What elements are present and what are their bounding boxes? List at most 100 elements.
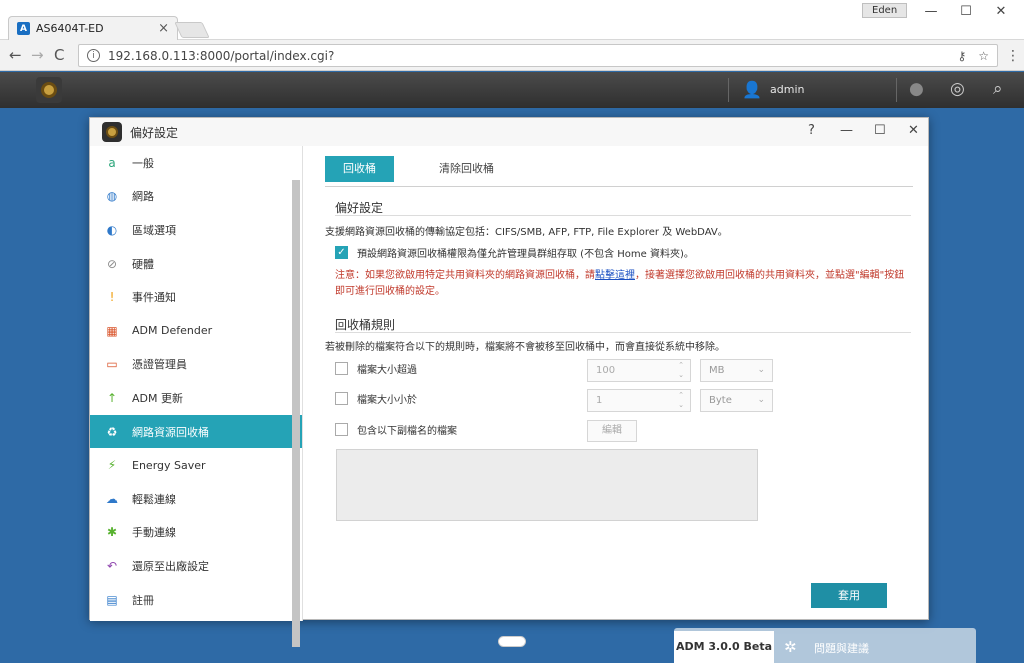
sidebar-item[interactable]: ♻ 網路資源回收桶 (90, 414, 302, 449)
bug-icon[interactable]: ✲ (784, 638, 797, 656)
size-over-value: 100 (596, 365, 616, 376)
sidebar-list: a 一般 ◍ 網路 ◐ 區域選項 ⊘ 硬體! 事件通知 ▦ ADM Defender ▭ 憑證管理員 ↑ A… (90, 146, 302, 616)
site-favicon-icon: A (17, 22, 30, 35)
section-rules-title: 回收桶規則 (335, 318, 396, 332)
sidebar-item-icon: a (108, 155, 116, 170)
sidebar-item[interactable]: ✱ 手動連線 (90, 516, 302, 550)
size-under-input[interactable]: 1 ⌃ ⌄ (587, 389, 691, 412)
adm-logo-icon (41, 82, 57, 98)
notification-icon[interactable]: ● (909, 79, 924, 99)
dock-handle[interactable] (498, 636, 526, 647)
new-tab-button[interactable] (174, 22, 210, 38)
divider (896, 78, 897, 102)
sidebar-item-label: 網路 (132, 190, 154, 204)
help-icon[interactable]: ? (808, 123, 815, 138)
sidebar-item-icon: ↶ (106, 558, 118, 573)
stepper-up-icon[interactable]: ⌃ (678, 390, 684, 400)
click-here-link[interactable]: 點擊這裡 (595, 270, 635, 281)
sidebar-item-label: 還原至出廠設定 (132, 559, 209, 573)
edit-extensions-button[interactable]: 編輯 (587, 420, 637, 442)
extension-checkbox-row[interactable]: 包含以下副檔名的檔案 (335, 422, 457, 437)
sidebar-item-label: 一般 (132, 156, 154, 170)
adm-home-button[interactable] (36, 77, 62, 103)
dialog-maximize-button[interactable]: ☐ (874, 123, 886, 138)
browser-menu-icon[interactable]: ⋮ (1006, 48, 1020, 64)
url-input[interactable]: i 192.168.0.113:8000/portal/index.cgi? ⚷… (78, 44, 998, 67)
sidebar-item-icon: ⚡ (107, 458, 117, 473)
admin-only-label: 預設網路資源回收桶權限為僅允許管理員群組存取 (不包含 Home 資料夾)。 (357, 249, 694, 260)
section-divider (335, 332, 911, 333)
sidebar-item[interactable]: ⊘ 硬體 (90, 247, 302, 281)
sidebar-item[interactable]: ◍ 網路 (90, 180, 302, 214)
search-icon[interactable]: ⌕ (993, 79, 1003, 99)
window-maximize-button[interactable]: ☐ (951, 3, 981, 21)
user-icon[interactable]: 👤 (742, 80, 762, 99)
dashboard-icon[interactable]: ◎ (950, 79, 965, 99)
warning-note: 注意：如果您欲啟用特定共用資料夾的網路資源回收桶，請點擊這裡，接著選擇您欲啟用回… (335, 268, 905, 300)
tab-close-icon[interactable]: × (158, 21, 169, 36)
admin-only-checkbox-row[interactable]: ✓ 預設網路資源回收桶權限為僅允許管理員群組存取 (不包含 Home 資料夾)。 (335, 245, 694, 260)
key-icon[interactable]: ⚷ (957, 49, 966, 63)
sidebar-item[interactable]: ◐ 區域選項 (90, 213, 302, 247)
stepper-down-icon[interactable]: ⌄ (678, 370, 684, 380)
extension-list[interactable] (336, 449, 758, 521)
sidebar-item-label: ADM Defender (132, 324, 213, 338)
window-minimize-button[interactable]: — (916, 3, 946, 21)
size-under-value: 1 (596, 395, 603, 406)
feedback-link[interactable]: 問題與建議 (814, 640, 869, 656)
sidebar-item[interactable]: ▤ 註冊 (90, 583, 302, 617)
size-over-checkbox-row[interactable]: 檔案大小超過 (335, 361, 417, 376)
size-under-checkbox-row[interactable]: 檔案大小小於 (335, 391, 417, 406)
sidebar-item[interactable]: a 一般 (90, 146, 302, 180)
sidebar-item-label: 註冊 (132, 593, 154, 607)
sidebar-item-label: Energy Saver (132, 458, 206, 472)
size-over-unit-select[interactable]: MB ⌄ (700, 359, 773, 382)
stepper-down-icon[interactable]: ⌄ (678, 400, 684, 410)
browser-profile-chip[interactable]: Eden (862, 3, 908, 18)
content-tabs: 回收桶 清除回收桶 (325, 156, 913, 187)
preferences-app-icon (102, 122, 122, 142)
site-info-icon[interactable]: i (87, 49, 100, 62)
browser-tab[interactable]: A AS6404T-ED × (8, 16, 178, 40)
sidebar-scrollbar[interactable] (292, 180, 300, 647)
sidebar-item[interactable]: ↑ ADM 更新 (90, 381, 302, 415)
tab-empty-recycle-bin[interactable]: 清除回收桶 (421, 156, 512, 182)
sidebar-item-label: 事件通知 (132, 291, 176, 305)
apply-button[interactable]: 套用 (811, 583, 887, 608)
sidebar-item-icon: ◍ (106, 189, 118, 204)
stepper-arrows-icon[interactable]: ⌃ ⌄ (678, 360, 684, 380)
sidebar-item-icon: ▦ (106, 323, 118, 338)
sidebar-item[interactable]: ▦ ADM Defender (90, 314, 302, 348)
sidebar-item-icon: ☁ (106, 491, 118, 506)
adm-version-label: ADM 3.0.0 Beta (674, 631, 774, 663)
dialog-title-bar: 偏好設定 ? — ☐ ✕ (90, 118, 928, 146)
size-over-label: 檔案大小超過 (357, 365, 417, 376)
reload-icon[interactable]: C (54, 46, 64, 64)
admin-only-checkbox[interactable]: ✓ (335, 246, 348, 259)
sidebar-item[interactable]: ▭ 憑證管理員 (90, 348, 302, 382)
bookmark-star-icon[interactable]: ☆ (978, 49, 989, 63)
size-under-checkbox[interactable] (335, 392, 348, 405)
sidebar-item[interactable]: ☁ 輕鬆連線 (90, 482, 302, 516)
size-over-checkbox[interactable] (335, 362, 348, 375)
size-over-input[interactable]: 100 ⌃ ⌄ (587, 359, 691, 382)
dialog-close-button[interactable]: ✕ (908, 123, 919, 138)
dialog-minimize-button[interactable]: — (840, 123, 853, 138)
tab-recycle-bin[interactable]: 回收桶 (325, 156, 394, 182)
stepper-up-icon[interactable]: ⌃ (678, 360, 684, 370)
back-arrow-icon[interactable]: ← (9, 46, 22, 64)
browser-tab-bar: A AS6404T-ED × Eden — ☐ ✕ (0, 0, 1024, 40)
sidebar-item[interactable]: ↶ 還原至出廠設定 (90, 549, 302, 583)
sidebar-item[interactable]: ⚡ Energy Saver (90, 448, 302, 482)
scrollbar-thumb[interactable] (292, 180, 300, 647)
sidebar-item-icon: ▤ (106, 592, 118, 607)
extension-checkbox[interactable] (335, 423, 348, 436)
stepper-arrows-icon[interactable]: ⌃ ⌄ (678, 390, 684, 410)
address-bar-row: ← → C i 192.168.0.113:8000/portal/index.… (0, 40, 1024, 71)
username-label[interactable]: admin (770, 83, 804, 96)
sidebar-item[interactable]: ! 事件通知 (90, 280, 302, 314)
size-under-unit-select[interactable]: Byte ⌄ (700, 389, 773, 412)
window-close-button[interactable]: ✕ (986, 3, 1016, 21)
forward-arrow-icon[interactable]: → (31, 46, 44, 64)
chevron-down-icon: ⌄ (757, 395, 765, 405)
